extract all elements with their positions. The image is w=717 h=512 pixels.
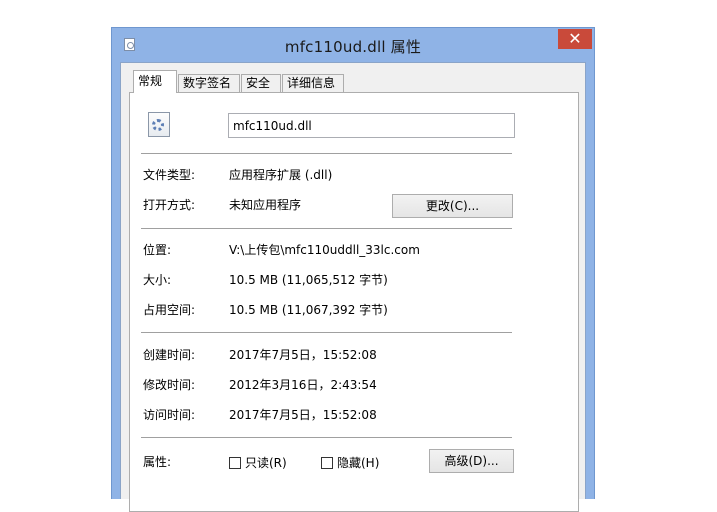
size-value: 10.5 MB (11,065,512 字节) [229,273,388,287]
tab-security[interactable]: 安全 [241,74,281,92]
accessed-value: 2017年7月5日，15:52:08 [229,408,377,422]
window-title: mfc110ud.dll 属性 [284,38,422,56]
disk-size-value: 10.5 MB (11,067,392 字节) [229,303,388,317]
modified-label: 修改时间: [143,378,196,392]
location-value: V:\上传包\mfc110uddll_33lc.com [229,243,420,257]
title-bar[interactable]: mfc110ud.dll 属性 ✕ [112,28,594,62]
readonly-checkbox[interactable] [229,457,241,469]
location-label: 位置: [143,243,172,257]
tab-digital-signatures[interactable]: 数字签名 [178,74,240,92]
close-icon: ✕ [568,29,582,48]
hidden-label[interactable]: 隐藏(H) [337,456,379,470]
created-value: 2017年7月5日，15:52:08 [229,348,377,362]
separator [141,437,512,438]
properties-dialog: mfc110ud.dll 属性 ✕ 常规 数字签名 安全 详细信息 [111,27,595,512]
advanced-button[interactable]: 高级(D)... [429,449,514,473]
modified-value: 2012年3月16日，2:43:54 [229,378,377,392]
opens-with-value: 未知应用程序 [229,198,302,212]
size-label: 大小: [143,273,172,287]
file-type-value: 应用程序扩展 (.dll) [229,168,333,182]
created-label: 创建时间: [143,348,196,362]
separator [141,153,512,154]
hidden-checkbox[interactable] [321,457,333,469]
accessed-label: 访问时间: [143,408,196,422]
separator [141,332,512,333]
file-type-label: 文件类型: [143,168,196,182]
change-button[interactable]: 更改(C)... [392,194,513,218]
separator [141,228,512,229]
dll-file-gear-icon [148,112,170,137]
disk-size-label: 占用空间: [143,303,196,317]
file-name-input[interactable] [228,113,515,138]
tab-general[interactable]: 常规 [133,70,177,93]
tab-details[interactable]: 详细信息 [282,74,344,92]
attributes-label: 属性: [143,455,172,469]
readonly-label[interactable]: 只读(R) [245,456,287,470]
close-button[interactable]: ✕ [558,29,592,49]
opens-with-label: 打开方式: [143,198,196,212]
